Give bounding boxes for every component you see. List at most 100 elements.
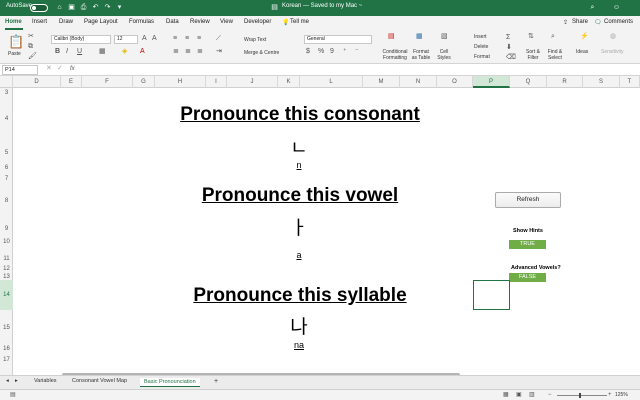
column-header[interactable]: M: [363, 76, 400, 88]
clear-icon[interactable]: ⌫: [506, 54, 516, 62]
sheet-tab-variables[interactable]: Variables: [34, 378, 57, 384]
orientation-icon[interactable]: ⟋: [216, 35, 221, 43]
zoom-slider[interactable]: [557, 393, 607, 398]
align-bottom-icon[interactable]: ≡: [197, 35, 201, 43]
ideas-button[interactable]: Ideas: [576, 49, 588, 55]
row-header[interactable]: 11: [0, 256, 13, 262]
grow-font-icon[interactable]: A: [142, 35, 147, 43]
sheet-tab-consonant-vowel-map[interactable]: Consonant Vowel Map: [72, 378, 127, 384]
tab-view[interactable]: View: [220, 19, 233, 25]
comments-button[interactable]: Comments: [604, 19, 633, 25]
normal-view-icon[interactable]: ▦: [503, 391, 509, 399]
fill-color-icon[interactable]: ◈: [122, 48, 127, 56]
column-header-selected[interactable]: P: [473, 76, 510, 88]
decrease-decimal-icon[interactable]: ⁻: [355, 48, 359, 56]
cut-icon[interactable]: ✂: [28, 33, 34, 41]
font-name-combo[interactable]: Calibri (Body): [51, 35, 111, 44]
autosum-icon[interactable]: Σ: [506, 34, 510, 42]
zoom-level[interactable]: 125%: [615, 392, 628, 398]
formula-input[interactable]: [82, 65, 638, 75]
find-select-button[interactable]: Find & Select: [546, 49, 564, 61]
first-sheet-arrow-icon[interactable]: ◂: [6, 378, 9, 384]
insert-function-icon[interactable]: fx: [70, 65, 75, 73]
cell-styles-icon[interactable]: ▧: [441, 33, 448, 41]
page-layout-view-icon[interactable]: ▣: [516, 391, 522, 399]
paste-icon[interactable]: 📋: [8, 35, 24, 48]
wrap-text-button[interactable]: Wrap Text: [244, 37, 266, 43]
show-hints-value[interactable]: TRUE: [509, 240, 546, 249]
row-header[interactable]: 15: [0, 325, 13, 331]
select-all-corner[interactable]: [0, 76, 13, 88]
sheet-grid[interactable]: Pronounce this consonant ㄴ n Pronounce t…: [13, 88, 640, 373]
currency-icon[interactable]: $: [306, 48, 310, 56]
borders-icon[interactable]: ▦: [99, 48, 106, 56]
tab-developer[interactable]: Developer: [244, 19, 271, 25]
redo-icon[interactable]: ↷: [103, 3, 112, 12]
percent-icon[interactable]: %: [318, 48, 324, 56]
format-table-icon[interactable]: ▦: [416, 33, 423, 41]
row-header[interactable]: 12: [0, 266, 13, 272]
ideas-icon[interactable]: ⚡: [580, 33, 589, 41]
comma-icon[interactable]: 9: [330, 48, 334, 56]
zoom-in-icon[interactable]: +: [608, 391, 612, 399]
autosave-toggle[interactable]: [30, 4, 48, 12]
row-header[interactable]: 10: [0, 239, 13, 245]
conditional-formatting-button[interactable]: Conditional Formatting: [381, 49, 409, 61]
column-header[interactable]: K: [278, 76, 300, 88]
number-format-combo[interactable]: General: [304, 35, 372, 44]
row-header[interactable]: 7: [0, 176, 13, 182]
format-painter-icon[interactable]: 🖌: [28, 53, 37, 61]
save-icon[interactable]: ▣: [67, 3, 76, 12]
tab-home[interactable]: Home: [5, 19, 22, 25]
selected-cell-p14[interactable]: [473, 280, 510, 310]
insert-button[interactable]: Insert: [474, 34, 487, 40]
increase-decimal-icon[interactable]: ⁺: [343, 48, 347, 56]
merge-centre-button[interactable]: Merge & Centre: [244, 50, 279, 56]
tab-data[interactable]: Data: [166, 19, 179, 25]
column-header[interactable]: Q: [510, 76, 547, 88]
tab-insert[interactable]: Insert: [32, 19, 47, 25]
align-right-icon[interactable]: ≣: [197, 48, 203, 56]
italic-icon[interactable]: I: [66, 48, 68, 56]
advanced-vowels-value[interactable]: FALSE: [509, 273, 546, 282]
underline-icon[interactable]: U: [77, 48, 82, 56]
more-icon[interactable]: ▾: [115, 3, 124, 12]
row-header[interactable]: 5: [0, 150, 13, 156]
row-header[interactable]: 6: [0, 165, 13, 171]
sheet-tab-basic-pronounciation[interactable]: Basic Pronounciation: [140, 378, 200, 387]
column-header[interactable]: O: [437, 76, 473, 88]
format-as-table-button[interactable]: Format as Table: [411, 49, 431, 61]
format-button[interactable]: Format: [474, 54, 490, 60]
row-header[interactable]: 3: [0, 90, 13, 96]
column-header[interactable]: N: [400, 76, 437, 88]
macro-record-icon[interactable]: ▤: [10, 391, 16, 399]
font-color-icon[interactable]: A: [140, 48, 145, 56]
row-header-selected[interactable]: 14: [0, 280, 13, 310]
smile-icon[interactable]: ☺: [612, 3, 621, 12]
column-header[interactable]: T: [620, 76, 640, 88]
column-header[interactable]: H: [155, 76, 206, 88]
fill-icon[interactable]: ⬇: [506, 44, 512, 52]
column-header[interactable]: L: [300, 76, 363, 88]
refresh-button[interactable]: Refresh: [495, 192, 561, 208]
page-break-view-icon[interactable]: ▥: [529, 391, 535, 399]
row-header[interactable]: 9: [0, 226, 13, 232]
cell-styles-button[interactable]: Cell Styles: [435, 49, 453, 61]
align-left-icon[interactable]: ≣: [173, 48, 179, 56]
tab-draw[interactable]: Draw: [59, 19, 73, 25]
sort-filter-button[interactable]: Sort & Filter: [524, 49, 542, 61]
column-header[interactable]: R: [547, 76, 583, 88]
align-center-icon[interactable]: ≣: [185, 48, 191, 56]
search-icon[interactable]: ⌕: [588, 3, 597, 12]
zoom-out-icon[interactable]: −: [548, 391, 552, 399]
tell-me[interactable]: Tell me: [290, 19, 309, 25]
find-select-icon[interactable]: ⌕: [551, 33, 555, 41]
row-header[interactable]: 16: [0, 346, 13, 352]
sort-filter-icon[interactable]: ⇅: [528, 33, 534, 41]
column-header[interactable]: G: [133, 76, 155, 88]
indent-icon[interactable]: ⇥: [216, 48, 222, 56]
share-button[interactable]: Share: [572, 19, 588, 25]
name-box[interactable]: P14: [2, 65, 38, 75]
shrink-font-icon[interactable]: A: [152, 35, 157, 43]
column-header[interactable]: I: [206, 76, 227, 88]
